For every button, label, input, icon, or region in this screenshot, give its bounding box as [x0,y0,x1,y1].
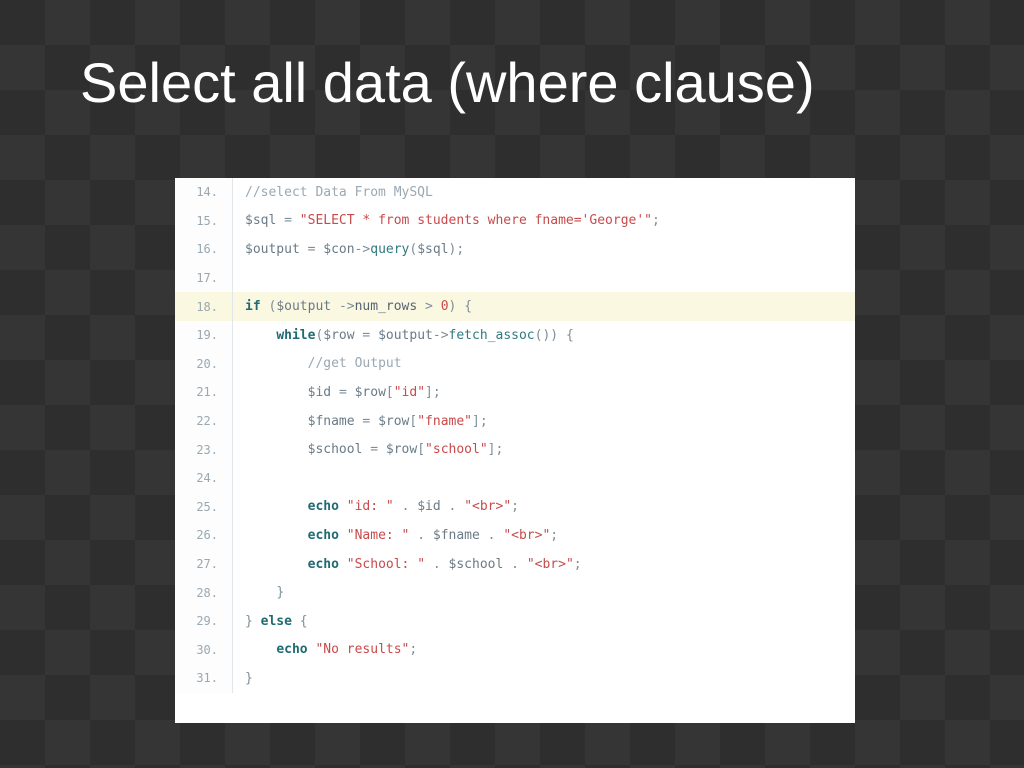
code-line: 27. echo "School: " . $school . "<br>"; [175,550,855,579]
line-number: 26. [175,521,233,550]
code-content: $sql = "SELECT * from students where fna… [233,213,660,228]
code-content: if ($output ->num_rows > 0) { [233,299,472,314]
line-number: 24. [175,464,233,493]
code-line: 14.//select Data From MySQL [175,178,855,207]
line-number: 29. [175,607,233,636]
code-line: 20. //get Output [175,350,855,379]
code-content: } [233,671,253,686]
code-line: 25. echo "id: " . $id . "<br>"; [175,493,855,522]
slide-title: Select all data (where clause) [80,50,984,115]
line-number: 15. [175,207,233,236]
code-line: 18.if ($output ->num_rows > 0) { [175,292,855,321]
code-line: 30. echo "No results"; [175,636,855,665]
line-number: 27. [175,550,233,579]
code-content: $id = $row["id"]; [233,385,441,400]
code-content: } else { [233,614,308,629]
line-number: 19. [175,321,233,350]
line-number: 17. [175,264,233,293]
code-line: 26. echo "Name: " . $fname . "<br>"; [175,521,855,550]
line-number: 25. [175,493,233,522]
code-content: $output = $con->query($sql); [233,242,464,257]
line-number: 18. [175,292,233,321]
code-content: echo "Name: " . $fname . "<br>"; [233,528,558,543]
code-line: 28. } [175,578,855,607]
code-line: 29.} else { [175,607,855,636]
line-number: 22. [175,407,233,436]
line-number: 31. [175,664,233,693]
code-content: } [233,585,284,600]
line-number: 14. [175,178,233,207]
code-content: echo "id: " . $id . "<br>"; [233,499,519,514]
code-line: 19. while($row = $output->fetch_assoc())… [175,321,855,350]
line-number: 30. [175,636,233,665]
code-line: 21. $id = $row["id"]; [175,378,855,407]
code-content: //select Data From MySQL [233,185,433,200]
code-line: 17. [175,264,855,293]
code-line: 31.} [175,664,855,693]
code-content: echo "School: " . $school . "<br>"; [233,557,582,572]
code-line: 16.$output = $con->query($sql); [175,235,855,264]
code-line: 23. $school = $row["school"]; [175,435,855,464]
code-content: $school = $row["school"]; [233,442,503,457]
line-number: 16. [175,235,233,264]
code-content: $fname = $row["fname"]; [233,414,488,429]
code-line: 22. $fname = $row["fname"]; [175,407,855,436]
line-number: 23. [175,435,233,464]
code-line: 15.$sql = "SELECT * from students where … [175,207,855,236]
code-content: while($row = $output->fetch_assoc()) { [233,328,574,343]
slide: Select all data (where clause) 14.//sele… [0,0,1024,768]
line-number: 21. [175,378,233,407]
code-line: 24. [175,464,855,493]
code-content: //get Output [233,356,402,371]
code-content: echo "No results"; [233,642,417,657]
line-number: 28. [175,578,233,607]
line-number: 20. [175,350,233,379]
code-block: 14.//select Data From MySQL15.$sql = "SE… [175,178,855,723]
